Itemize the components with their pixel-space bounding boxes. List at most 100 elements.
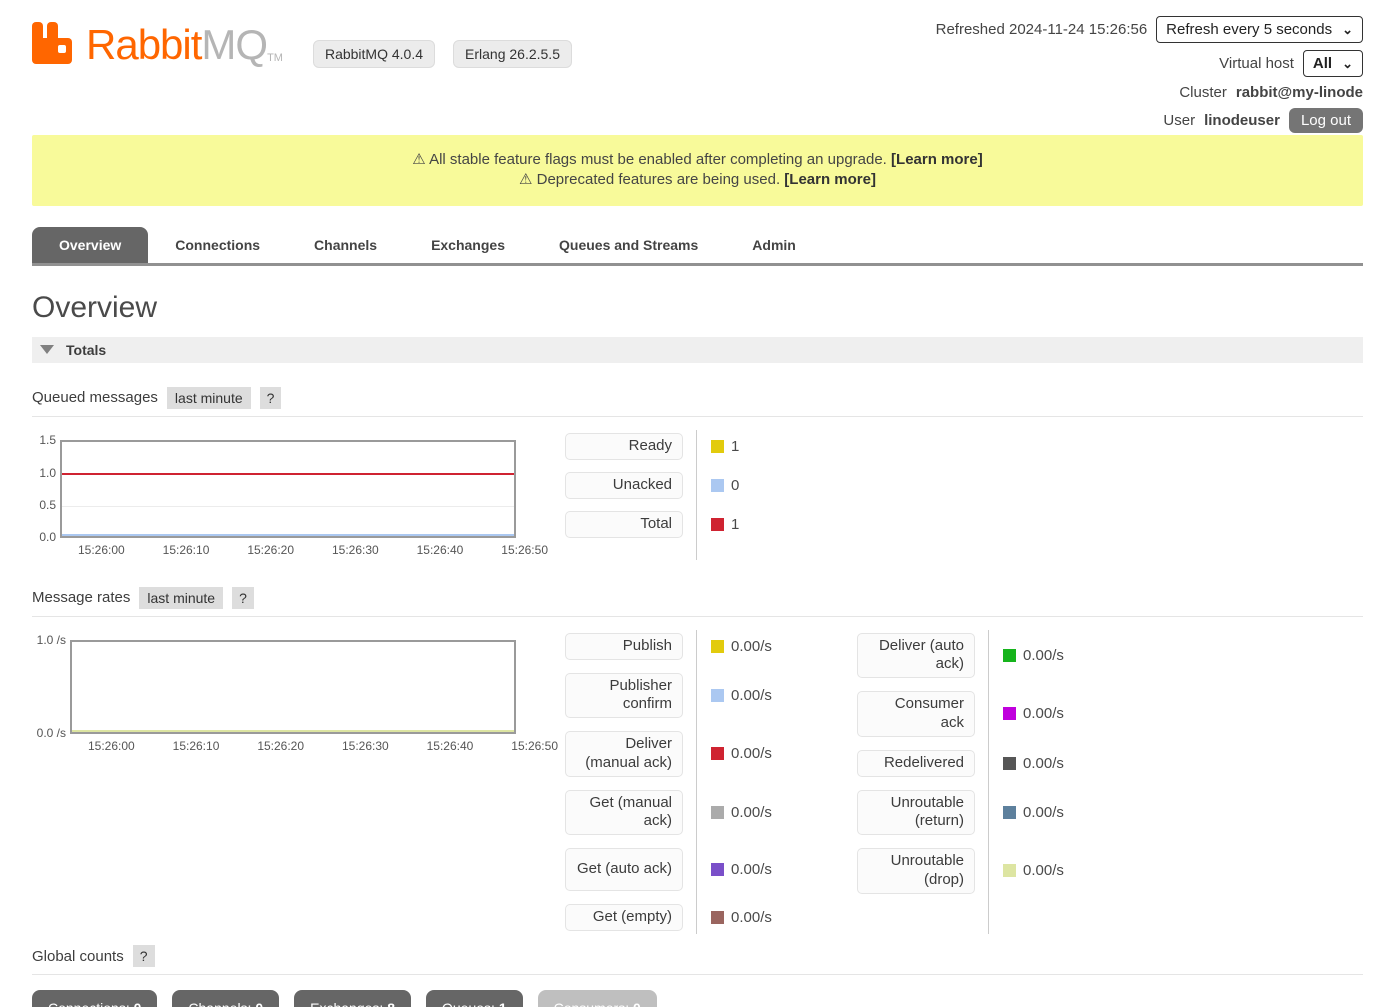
legend-label-get-empty[interactable]: Get (empty) [565, 904, 683, 931]
legend-label-deliver-auto[interactable]: Deliver (auto ack) [857, 633, 975, 679]
publish-swatch-icon [711, 640, 724, 653]
y-tick: 1.0 /s [32, 633, 66, 647]
global-counts-title: Global counts [32, 948, 124, 965]
collapse-triangle-icon[interactable] [40, 345, 54, 354]
main-nav-tabs: Overview Connections Channels Exchanges … [32, 227, 1363, 266]
legend-divider [988, 630, 989, 935]
tab-overview[interactable]: Overview [32, 227, 148, 263]
tab-exchanges[interactable]: Exchanges [404, 227, 532, 263]
message-rates-legend: Publish 0.00/s Publisher confirm 0.00/s … [565, 633, 1087, 932]
x-tick: 15:26:50 [501, 543, 548, 557]
queued-messages-chart-row: 1.5 1.0 0.5 0.0 15:26:00 15:26:10 15:26:… [32, 433, 1363, 557]
erlang-version-badge: Erlang 26.2.5.5 [453, 40, 572, 68]
y-tick: 1.5 [32, 433, 56, 447]
deliver-manual-swatch-icon [711, 747, 724, 760]
x-tick: 15:26:30 [332, 543, 379, 557]
consumers-count-button[interactable]: Consumers: 0 [538, 990, 657, 1007]
queued-help-icon[interactable]: ? [260, 387, 282, 409]
legend-row-get-empty: Get (empty) 0.00/s [565, 904, 795, 931]
virtual-host-select[interactable]: All ⌄ [1303, 50, 1363, 77]
tab-queues-and-streams[interactable]: Queues and Streams [532, 227, 725, 263]
message-rates-chart-row: 1.0 /s 0.0 /s 15:26:00 15:26:10 15:26:20… [32, 633, 1363, 932]
x-tick: 15:26:00 [88, 739, 135, 753]
legend-label-get-auto[interactable]: Get (auto ack) [565, 848, 683, 891]
channels-count-button[interactable]: Channels: 0 [172, 990, 279, 1007]
legend-label-deliver-manual[interactable]: Deliver (manual ack) [565, 731, 683, 777]
get-manual-swatch-icon [711, 806, 724, 819]
consumer-ack-rate: 0.00/s [1023, 705, 1064, 722]
queued-messages-heading: Queued messages last minute ? [32, 387, 1363, 417]
version-badges: RabbitMQ 4.0.4 Erlang 26.2.5.5 [313, 22, 572, 68]
legend-divider [696, 630, 697, 935]
user-label: User [1163, 112, 1195, 129]
cluster-label: Cluster [1179, 84, 1227, 101]
legend-label-publisher-confirm[interactable]: Publisher confirm [565, 673, 683, 719]
legend-label-unacked[interactable]: Unacked [565, 472, 683, 499]
header: RabbitMQTM RabbitMQ 4.0.4 Erlang 26.2.5.… [0, 0, 1388, 133]
queued-messages-title: Queued messages [32, 389, 158, 406]
refresh-interval-select[interactable]: Refresh every 5 seconds ⌄ [1156, 16, 1363, 43]
message-rates-heading: Message rates last minute ? [32, 587, 1363, 617]
page-title: Overview [32, 291, 1388, 325]
x-tick: 15:26:40 [427, 739, 474, 753]
unroutable-return-swatch-icon [1003, 806, 1016, 819]
unacked-value: 0 [731, 477, 739, 494]
publisher-confirm-swatch-icon [711, 689, 724, 702]
virtual-host-label: Virtual host [1219, 55, 1294, 72]
legend-row-unacked: Unacked 0 [565, 472, 795, 499]
totals-section-header[interactable]: Totals [32, 337, 1363, 363]
learn-more-link-1[interactable]: [Learn more] [891, 151, 983, 168]
y-tick: 1.0 [32, 466, 56, 480]
user-name: linodeuser [1204, 112, 1280, 129]
x-tick: 15:26:20 [247, 543, 294, 557]
legend-label-publish[interactable]: Publish [565, 633, 683, 660]
tab-connections[interactable]: Connections [148, 227, 287, 263]
queued-range-badge[interactable]: last minute [167, 387, 251, 409]
rabbitmq-version-badge: RabbitMQ 4.0.4 [313, 40, 435, 68]
total-series-line [62, 473, 514, 475]
legend-label-unroutable-drop[interactable]: Unroutable (drop) [857, 848, 975, 894]
x-tick: 15:26:10 [163, 543, 210, 557]
y-tick: 0.5 [32, 498, 56, 512]
legend-label-get-manual[interactable]: Get (manual ack) [565, 790, 683, 836]
legend-label-unroutable-return[interactable]: Unroutable (return) [857, 790, 975, 836]
legend-row-redelivered: Redelivered 0.00/s [857, 750, 1087, 777]
x-tick: 15:26:40 [417, 543, 464, 557]
get-empty-swatch-icon [711, 911, 724, 924]
exchanges-count-button[interactable]: Exchanges: 8 [294, 990, 411, 1007]
queued-messages-legend: Ready 1 Unacked 0 Total 1 [565, 433, 795, 557]
rates-range-badge[interactable]: last minute [139, 587, 223, 609]
connections-count-button[interactable]: Connections: 0 [32, 990, 157, 1007]
queues-count-button[interactable]: Queues: 1 [426, 990, 523, 1007]
rates-legend-right: Deliver (auto ack) 0.00/s Consumer ack 0… [857, 633, 1087, 932]
y-tick: 0.0 [32, 530, 56, 544]
get-manual-rate: 0.00/s [731, 804, 772, 821]
warning-banner: ⚠ All stable feature flags must be enabl… [32, 135, 1363, 206]
logout-button[interactable]: Log out [1289, 108, 1363, 133]
rates-legend-left: Publish 0.00/s Publisher confirm 0.00/s … [565, 633, 795, 932]
header-status: Refreshed 2024-11-24 15:26:56 Refresh ev… [936, 14, 1363, 133]
legend-row-get-manual: Get (manual ack) 0.00/s [565, 790, 795, 836]
deliver-manual-rate: 0.00/s [731, 745, 772, 762]
banner-line1-text: All stable feature flags must be enabled… [429, 151, 887, 168]
legend-row-publisher-confirm: Publisher confirm 0.00/s [565, 673, 795, 719]
ready-swatch-icon [711, 440, 724, 453]
message-rates-title: Message rates [32, 589, 130, 606]
x-tick: 15:26:20 [257, 739, 304, 753]
tab-channels[interactable]: Channels [287, 227, 404, 263]
legend-row-deliver-auto: Deliver (auto ack) 0.00/s [857, 633, 1087, 679]
global-counts-help-icon[interactable]: ? [133, 945, 155, 967]
legend-row-deliver-manual: Deliver (manual ack) 0.00/s [565, 731, 795, 777]
legend-label-total[interactable]: Total [565, 511, 683, 538]
legend-row-publish: Publish 0.00/s [565, 633, 795, 660]
rates-help-icon[interactable]: ? [232, 587, 254, 609]
legend-label-redelivered[interactable]: Redelivered [857, 750, 975, 777]
legend-label-ready[interactable]: Ready [565, 433, 683, 460]
get-empty-rate: 0.00/s [731, 909, 772, 926]
x-tick: 15:26:10 [173, 739, 220, 753]
get-auto-rate: 0.00/s [731, 861, 772, 878]
deliver-auto-swatch-icon [1003, 649, 1016, 662]
tab-admin[interactable]: Admin [725, 227, 823, 263]
legend-label-consumer-ack[interactable]: Consumer ack [857, 691, 975, 737]
learn-more-link-2[interactable]: [Learn more] [784, 171, 876, 188]
